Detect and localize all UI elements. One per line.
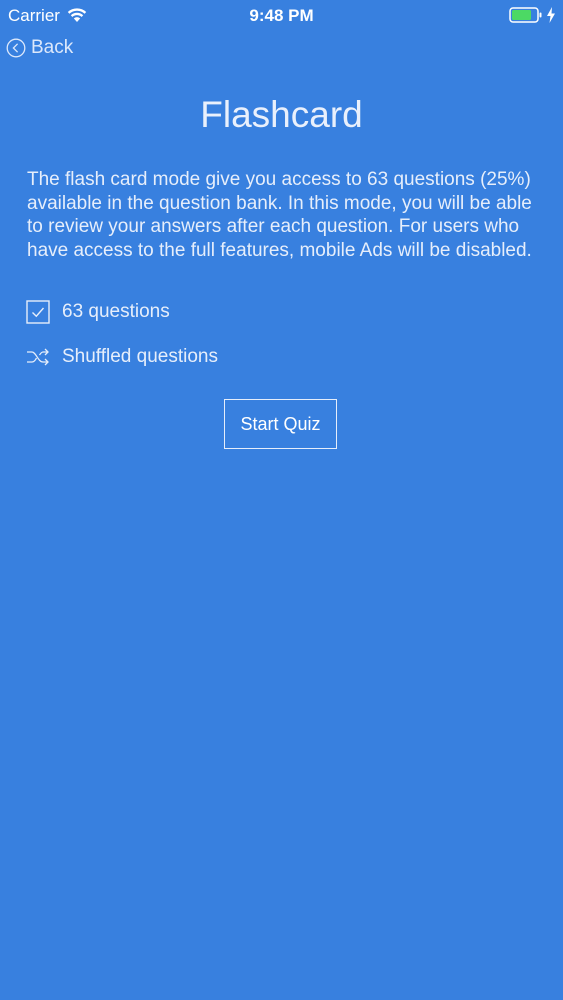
start-quiz-button[interactable]: Start Quiz	[224, 399, 337, 449]
chevron-left-circle-icon	[6, 38, 26, 58]
shuffle-label: Shuffled questions	[62, 346, 218, 367]
page-title: Flashcard	[200, 94, 363, 135]
shuffle-icon	[27, 348, 49, 366]
status-bar: Carrier 9:48 PM	[0, 0, 563, 32]
question-count-label: 63 questions	[62, 301, 170, 322]
question-count-option[interactable]: 63 questions	[26, 299, 170, 325]
mode-description: The flash card mode give you access to 6…	[27, 169, 532, 261]
back-button[interactable]: Back	[6, 36, 73, 60]
flashcard-screen: Carrier 9:48 PM Back Flashcard The flash…	[0, 0, 563, 1000]
clock-time: 9:48 PM	[249, 6, 314, 25]
battery-icon	[509, 7, 542, 23]
charging-bolt-icon	[547, 7, 555, 23]
checkbox-checked-icon[interactable]	[26, 300, 50, 324]
back-label: Back	[31, 37, 74, 58]
shuffle-option[interactable]: Shuffled questions	[26, 344, 218, 370]
